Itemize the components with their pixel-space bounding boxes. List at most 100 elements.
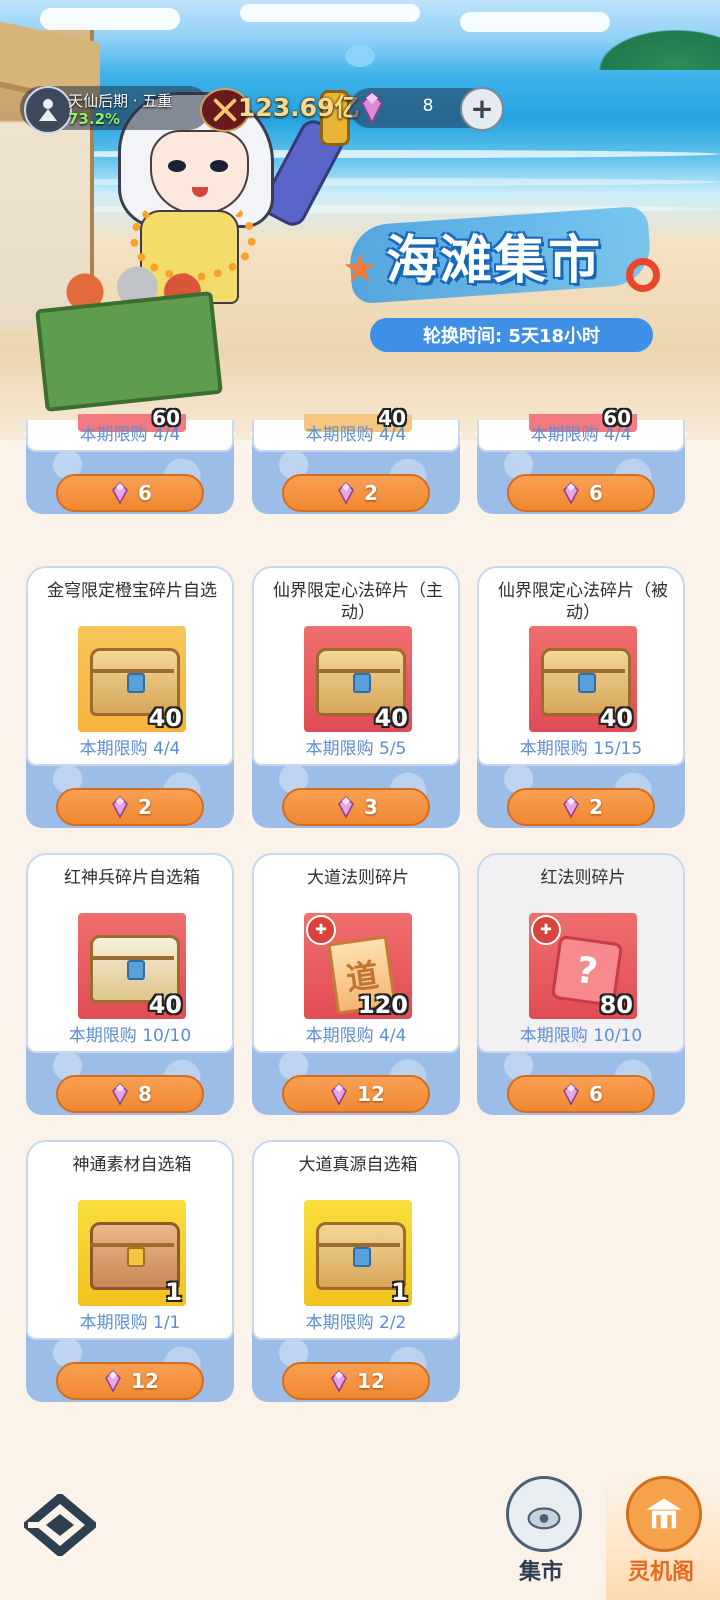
spirit-crystal-icon [563,1082,579,1106]
item-image[interactable]: 40 [529,626,637,732]
buy-button[interactable]: 12 [282,1075,430,1113]
spirit-crystal-icon [331,1369,348,1393]
item-qty: 40 [599,704,633,732]
price: 8 [138,1082,152,1106]
pavilion-icon [626,1476,702,1552]
buy-button[interactable]: 2 [56,788,204,826]
avatar[interactable] [24,86,72,134]
purchase-limit: 本期限购 4/4 [305,1026,407,1046]
price: 6 [589,1082,603,1106]
price: 3 [364,795,378,819]
item-name: 金穹限定橙宝碎片自选 [47,581,217,601]
item-qty: 40 [374,704,408,732]
buy-button[interactable]: 6 [507,474,655,512]
price: 6 [138,481,152,505]
item-image[interactable]: 1 [304,1200,412,1306]
shop-card[interactable]: 金穹限定橙宝碎片自选 40 本期限购 4/4 2 [24,566,236,834]
price: 2 [364,481,378,505]
item-name: 大道法则碎片 [307,868,409,888]
spirit-crystal-icon [563,795,579,819]
purchase-limit: 本期限购 4/4 [79,739,181,759]
item-name: 红法则碎片 [540,868,626,888]
purchase-limit: 本期限购 4/4 [305,425,407,445]
item-qty: 40 [148,704,182,732]
item-image[interactable]: ✚ 道 120 [304,913,412,1019]
buy-button[interactable]: 3 [282,788,430,826]
cloud [40,8,180,30]
item-image[interactable]: ✚? 80 [529,913,637,1019]
cloud [240,4,420,22]
purchase-limit: 本期限购 15/15 [519,739,643,759]
item-qty: 80 [599,991,633,1019]
shop-card[interactable]: 大道法则碎片 ✚ 道 120 本期限购 4/4 12 [250,853,462,1121]
purchase-limit: 本期限购 4/4 [530,425,632,445]
buy-button[interactable]: 2 [507,788,655,826]
shop-card[interactable]: 红法则碎片 ✚? 80 本期限购 10/10 6 [475,853,687,1121]
price: 6 [589,481,603,505]
water-splash [345,45,375,67]
shop-card[interactable]: 神通素材自选箱 1 本期限购 1/1 12 [24,1140,236,1408]
wave [0,150,720,158]
item-name: 大道真源自选箱 [298,1155,418,1175]
price: 12 [131,1369,159,1393]
item-qty: 40 [148,991,182,1019]
shop-card[interactable]: 仙界限定心法碎片（主动） 40 本期限购 5/5 3 [250,566,462,834]
spirit-crystal-icon [338,481,354,505]
add-currency-button[interactable]: + [460,87,504,131]
purchase-limit: 本期限购 5/5 [305,739,407,759]
item-image[interactable]: 1 [78,1200,186,1306]
island [580,20,720,70]
price: 2 [589,795,603,819]
shop-card-partial[interactable]: 60 本期限购 4/4 6 [475,252,687,520]
currency-amount: 8 [422,96,434,116]
market-icon [506,1476,582,1552]
buy-button[interactable]: 12 [56,1362,204,1400]
nav-market-label: 集市 [518,1560,563,1585]
wave [0,178,720,186]
buy-button[interactable]: 12 [282,1362,430,1400]
shop-card[interactable]: 大道真源自选箱 1 本期限购 2/2 12 [250,1140,462,1408]
shop-card[interactable]: 红神兵碎片自选箱 40 本期限购 10/10 8 [24,853,236,1121]
price: 12 [357,1369,385,1393]
spirit-crystal-icon [112,1082,128,1106]
puzzle-piece-icon: ✚ [531,915,561,945]
spirit-crystal-icon [338,795,354,819]
nav-lingji-label: 灵机阁 [627,1560,694,1585]
item-qty: 1 [391,1278,408,1306]
purchase-limit: 本期限购 4/4 [79,425,181,445]
item-name: 神通素材自选箱 [72,1155,192,1175]
price: 2 [138,795,152,819]
plus-icon: + [470,92,494,125]
item-name: 红神兵碎片自选箱 [64,868,200,888]
spirit-crystal-icon [360,91,384,126]
buy-button[interactable]: 6 [507,1075,655,1113]
menu-logo-icon[interactable] [24,1494,96,1556]
purchase-limit: 本期限购 2/2 [305,1313,407,1333]
buy-button[interactable]: 6 [56,474,204,512]
combat-power: 123.69亿 [238,93,360,122]
spirit-crystal-icon [112,481,128,505]
shop-card[interactable]: 仙界限定心法碎片（被动） 40 本期限购 15/15 2 [475,566,687,834]
item-name: 仙界限定心法碎片（主动） [273,581,443,623]
item-image[interactable]: 40 [78,913,186,1019]
realm-progress: 73.2% [68,110,121,128]
spirit-crystal-icon [112,795,128,819]
item-image[interactable]: 40 [78,626,186,732]
item-name: 仙界限定心法碎片（被动） [498,581,668,623]
shop-card-partial[interactable]: 40 本期限购 4/4 2 [250,252,462,520]
puzzle-piece-icon: ✚ [306,915,336,945]
price: 12 [357,1082,385,1106]
purchase-limit: 本期限购 10/10 [519,1026,643,1046]
buy-button[interactable]: 8 [56,1075,204,1113]
spirit-crystal-icon [331,1082,348,1106]
buy-button[interactable]: 2 [282,474,430,512]
nav-market[interactable]: 集市 [486,1476,596,1596]
purchase-limit: 本期限购 10/10 [68,1026,192,1046]
realm-label: 天仙后期 · 五重 [68,92,173,110]
item-qty: 1 [165,1278,182,1306]
spirit-crystal-icon [105,1369,122,1393]
nav-lingji[interactable]: 灵机阁 [606,1476,716,1596]
spirit-crystal-icon [563,481,579,505]
shop-card-partial[interactable]: 60 本期限购 4/4 6 [24,252,236,520]
item-image[interactable]: 40 [304,626,412,732]
